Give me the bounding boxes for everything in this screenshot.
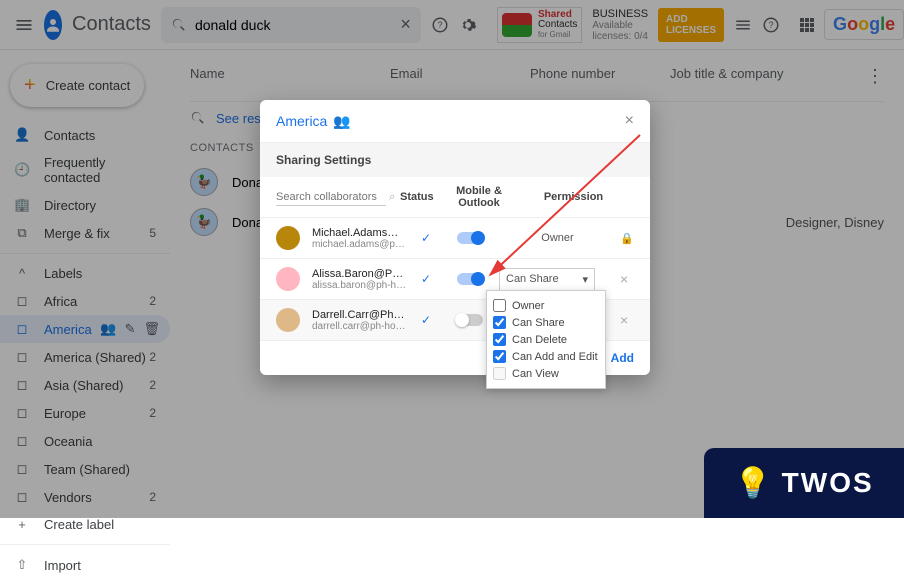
remove-icon[interactable]: × <box>620 312 634 328</box>
bulb-icon: 💡 <box>734 466 771 501</box>
perm-share[interactable]: Can Share <box>493 314 599 331</box>
perm-addedit[interactable]: Can Add and Edit <box>493 348 599 365</box>
collab-name: Michael.Adams@P... <box>312 227 407 239</box>
close-modal-icon[interactable]: × <box>625 112 634 130</box>
upload-icon: ⇧ <box>14 557 30 573</box>
avatar <box>276 308 300 332</box>
add-collaborator-button[interactable]: Add <box>611 351 634 365</box>
plus-icon: + <box>14 517 30 532</box>
permission-dropdown[interactable]: Owner Can Share Can Delete Can Add and E… <box>486 290 606 389</box>
annotation-arrow <box>470 130 650 300</box>
collab-name: Darrell.Carr@Ph-H... <box>312 309 407 321</box>
perm-owner[interactable]: Owner <box>493 297 599 314</box>
collab-email: darrell.carr@ph-holding... <box>312 321 407 332</box>
nav-import[interactable]: ⇧Import <box>0 551 170 579</box>
search-collaborators-input[interactable] <box>276 189 386 206</box>
modal-title: America👥 <box>276 113 351 130</box>
avatar <box>276 226 300 250</box>
mobile-toggle[interactable] <box>457 314 483 326</box>
status-check-icon: ✓ <box>411 272 441 286</box>
perm-view[interactable]: Can View <box>493 365 599 382</box>
collab-email: alissa.baron@ph-holdin... <box>312 280 407 291</box>
watermark: 💡 TWOS <box>704 448 904 518</box>
status-check-icon: ✓ <box>411 231 441 245</box>
status-check-icon: ✓ <box>411 313 441 327</box>
collab-email: michael.adams@ph-hol... <box>312 239 407 250</box>
perm-delete[interactable]: Can Delete <box>493 331 599 348</box>
shared-icon: 👥 <box>333 113 350 130</box>
collab-name: Alissa.Baron@Ph-... <box>312 268 407 280</box>
search-icon: ⌕ <box>389 191 395 203</box>
col-status: Status <box>400 191 445 203</box>
avatar <box>276 267 300 291</box>
